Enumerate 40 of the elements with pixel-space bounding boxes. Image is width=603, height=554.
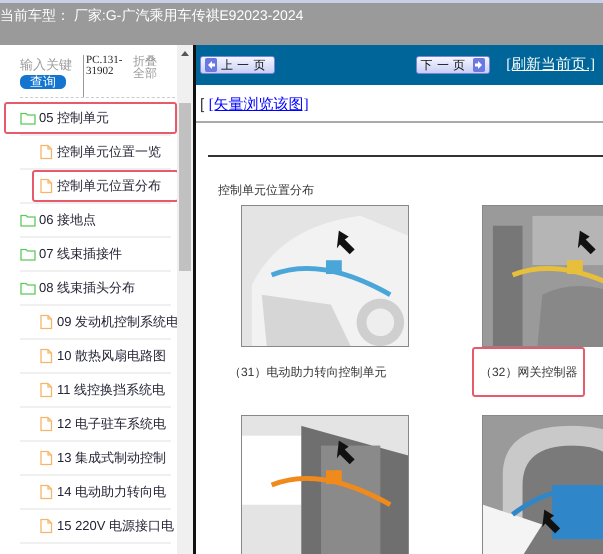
tree-item[interactable]: 控制单元位置一览	[32, 136, 179, 168]
tree-item[interactable]: 05 控制单元	[4, 102, 177, 134]
page-icon	[38, 450, 54, 466]
page-icon	[38, 382, 54, 398]
next-page-button[interactable]: 下一页	[416, 56, 490, 74]
tree-item[interactable]: 11 线控换挡系统电	[32, 374, 179, 406]
tree-item[interactable]: 13 集成式制动控制	[32, 442, 179, 474]
scrollbar[interactable]	[177, 45, 193, 554]
page-icon	[38, 178, 54, 194]
folder-icon	[20, 110, 36, 126]
tree-item[interactable]: 10 散热风扇电路图	[32, 340, 179, 372]
right-arrow-icon	[473, 58, 486, 72]
folder-icon	[20, 212, 36, 228]
vector-view-link[interactable]: [矢量浏览该图]	[208, 97, 309, 113]
tree-item[interactable]: 06 接地点	[4, 204, 177, 236]
document-heading: 控制单元位置分布	[218, 182, 315, 199]
tree-item[interactable]: 14 电动助力转向电	[32, 476, 179, 508]
code-label: PC.131-31902	[83, 55, 125, 97]
folder-icon	[20, 246, 36, 262]
page-icon	[38, 348, 54, 364]
page-icon	[38, 484, 54, 500]
tree-item[interactable]: 15 220V 电源接口电	[32, 510, 179, 542]
tree-item[interactable]: 07 线束插接件	[4, 238, 177, 270]
scroll-thumb[interactable]	[179, 103, 191, 271]
tree-item[interactable]: 12 电子驻车系统电	[32, 408, 179, 440]
page-icon	[38, 518, 54, 534]
figure-caption: （31）电动助力转向控制单元	[228, 364, 388, 381]
previous-page-button[interactable]: 上一页	[200, 56, 275, 74]
scroll-up-icon[interactable]	[181, 51, 189, 56]
page-icon	[38, 144, 54, 160]
refresh-page-link[interactable]: [刷新当前页.]	[506, 54, 595, 76]
window-title: 当前车型： 厂家:G-广汽乘用车传祺E92023-2024	[0, 7, 304, 23]
page-icon	[38, 416, 54, 432]
folder-icon	[20, 280, 36, 296]
left-arrow-icon	[205, 58, 217, 72]
bracket-text: [	[200, 96, 204, 113]
page-icon	[38, 314, 54, 330]
figure-caption: （32）网关控制器	[472, 347, 586, 397]
search-button[interactable]: 查询	[20, 74, 66, 88]
tree-item[interactable]: 08 线束插头分布	[4, 272, 177, 304]
